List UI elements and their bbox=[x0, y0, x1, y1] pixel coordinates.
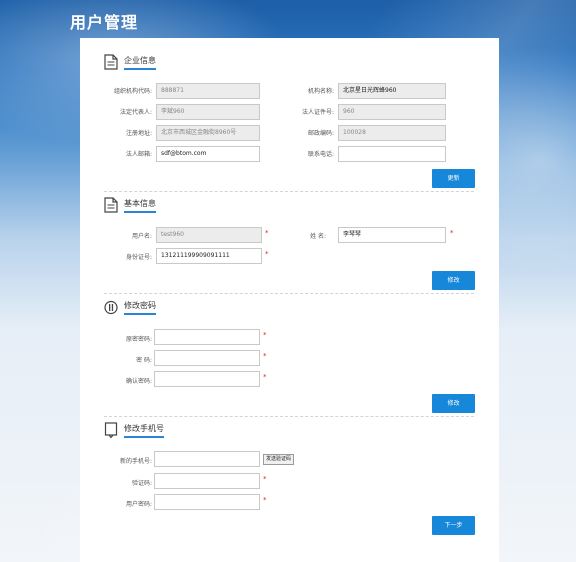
phone-label: 联系电话: bbox=[307, 151, 334, 158]
basic-section-title: 基本信息 bbox=[124, 198, 156, 213]
section-divider bbox=[104, 416, 474, 417]
new-password-label: 密 码: bbox=[136, 357, 152, 364]
required-mark: * bbox=[263, 352, 267, 360]
legal-rep-field[interactable]: 李斌960 bbox=[156, 104, 260, 120]
org-code-label: 组织机构代码: bbox=[113, 88, 152, 95]
required-mark: * bbox=[263, 475, 267, 483]
user-management-panel: 企业信息 组织机构代码: 888871 机构名称: 北京星日光辉蜂960 法定代… bbox=[80, 38, 499, 562]
required-mark: * bbox=[263, 496, 267, 504]
legal-rep-label: 法定代表人: bbox=[119, 109, 152, 116]
user-password-label: 用户密码: bbox=[125, 501, 152, 508]
username-field[interactable]: test960 bbox=[156, 227, 262, 243]
phone-section-header: 修改手机号 bbox=[104, 420, 164, 440]
old-password-label: 原密密码: bbox=[125, 336, 152, 343]
legal-id-label: 法人证件号: bbox=[301, 109, 334, 116]
password-section-header: 修改密码 bbox=[104, 297, 156, 317]
password-section-title: 修改密码 bbox=[124, 300, 156, 315]
required-mark: * bbox=[263, 373, 267, 381]
postcode-field[interactable]: 100028 bbox=[338, 125, 446, 141]
username-label: 用户名: bbox=[131, 233, 152, 240]
phone-section-title: 修改手机号 bbox=[124, 423, 164, 438]
email-input[interactable]: sdf@btom.com bbox=[156, 146, 260, 162]
org-name-field[interactable]: 北京星日光辉蜂960 bbox=[338, 83, 446, 99]
document-icon bbox=[104, 54, 118, 70]
org-name-label: 机构名称: bbox=[307, 88, 334, 95]
enterprise-section-title: 企业信息 bbox=[124, 55, 156, 70]
id-number-label: 身份证号: bbox=[125, 254, 152, 261]
tablet-icon bbox=[104, 422, 118, 438]
new-phone-input[interactable] bbox=[154, 451, 260, 467]
page-title: 用户管理 bbox=[70, 13, 139, 32]
email-label: 法人邮箱: bbox=[125, 151, 152, 158]
password-modify-button[interactable]: 修改 bbox=[432, 394, 475, 413]
next-step-button[interactable]: 下一步 bbox=[432, 516, 475, 535]
confirm-password-input[interactable] bbox=[154, 371, 260, 387]
name-input[interactable]: 李琴琴 bbox=[338, 227, 446, 243]
required-mark: * bbox=[265, 250, 269, 258]
new-phone-label: 新的手机号: bbox=[119, 458, 152, 465]
name-label: 姓 名: bbox=[310, 233, 326, 240]
id-number-input[interactable]: 131211199909091111 bbox=[156, 248, 262, 264]
code-input[interactable] bbox=[154, 473, 260, 489]
address-label: 注册地址: bbox=[125, 130, 152, 137]
section-divider bbox=[104, 191, 474, 192]
old-password-input[interactable] bbox=[154, 329, 260, 345]
org-code-field[interactable]: 888871 bbox=[156, 83, 260, 99]
lock-circle-icon bbox=[104, 300, 118, 315]
basic-section-header: 基本信息 bbox=[104, 195, 156, 215]
postcode-label: 邮政编码: bbox=[307, 130, 334, 137]
update-button[interactable]: 更新 bbox=[432, 169, 475, 188]
address-field[interactable]: 北京市西城区金融街8960号 bbox=[156, 125, 260, 141]
section-divider bbox=[104, 293, 474, 294]
new-password-input[interactable] bbox=[154, 350, 260, 366]
legal-id-field[interactable]: 960 bbox=[338, 104, 446, 120]
code-label: 验证码: bbox=[131, 480, 152, 487]
required-mark: * bbox=[450, 229, 454, 237]
user-password-input[interactable] bbox=[154, 494, 260, 510]
enterprise-section-header: 企业信息 bbox=[104, 52, 156, 72]
phone-input[interactable] bbox=[338, 146, 446, 162]
required-mark: * bbox=[265, 229, 269, 237]
document-icon bbox=[104, 197, 118, 213]
basic-modify-button[interactable]: 修改 bbox=[432, 271, 475, 290]
send-code-button[interactable]: 发送验证码 bbox=[263, 454, 295, 465]
confirm-password-label: 确认密码: bbox=[125, 378, 152, 385]
required-mark: * bbox=[263, 331, 267, 339]
